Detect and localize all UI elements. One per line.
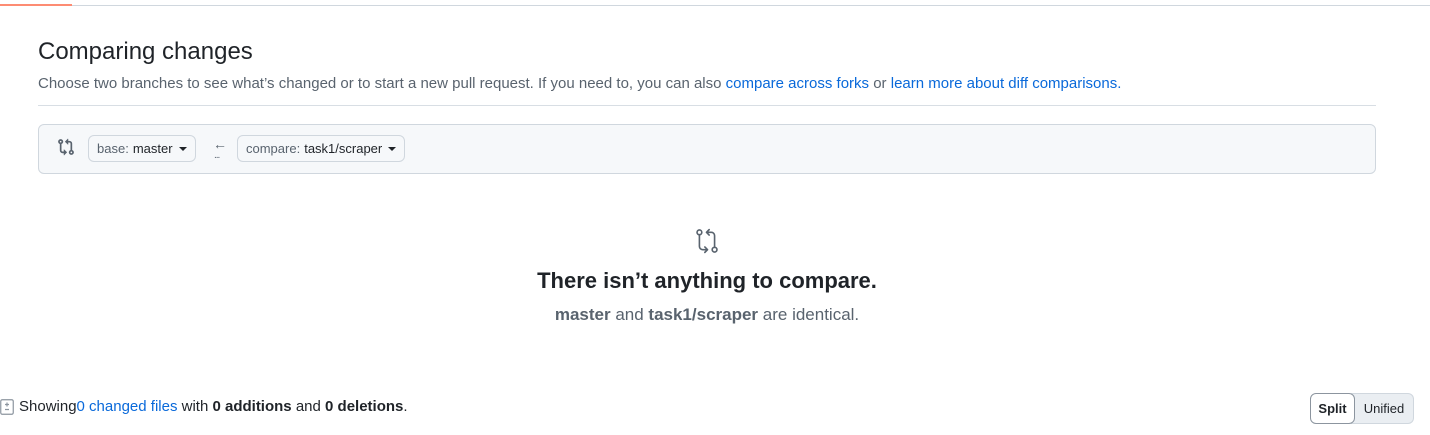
page-description: Choose two branches to see what’s change… (38, 75, 1121, 92)
active-tab-underline (0, 4, 72, 6)
description-or: or (869, 75, 891, 92)
diff-view-toggle: Split Unified (1310, 393, 1414, 424)
header-border (0, 5, 1430, 6)
compare-branch-button[interactable]: compare: task1/scraper (237, 135, 406, 162)
compare-across-forks-link[interactable]: compare across forks (726, 75, 869, 92)
diff-comparisons-link[interactable]: learn more about diff comparisons. (891, 75, 1122, 92)
page-title: Comparing changes (38, 38, 253, 65)
compare-branch-ref: task1/scraper (648, 305, 759, 324)
caret-down-icon (388, 146, 397, 151)
blankslate-description: master and task1/scraper are identical. (0, 305, 1414, 325)
and-text: and (610, 305, 649, 324)
additions-count: 0 additions (212, 398, 292, 415)
arrow-left-icon: ← (213, 136, 227, 152)
with-text: with (177, 398, 213, 415)
blankslate-title: There isn’t anything to compare. (537, 268, 877, 293)
split-view-button[interactable]: Split (1310, 393, 1355, 424)
git-compare-icon (58, 138, 74, 156)
changed-files-link[interactable]: 0 changed files (77, 398, 178, 415)
caret-down-icon (178, 146, 187, 151)
base-branch-name: master (132, 141, 173, 156)
compare-branch-name: task1/scraper (304, 141, 383, 156)
range-arrow: ← ... (211, 135, 227, 163)
base-branch-ref: master (554, 305, 611, 324)
showing-text: Showing (19, 398, 77, 415)
range-editor: base: master ← ... compare: task1/scrape… (38, 124, 1376, 174)
diff-summary: Showing 0 changed files with 0 additions… (0, 398, 408, 415)
identical-text: are identical. (758, 305, 860, 324)
and-text: and (291, 398, 326, 415)
diff-icon (0, 398, 14, 415)
section-divider (38, 105, 1376, 106)
description-text: Choose two branches to see what’s change… (38, 75, 726, 92)
git-compare-icon (696, 228, 718, 254)
base-branch-button[interactable]: base: master (88, 135, 196, 162)
base-label: base: (97, 141, 129, 156)
period: . (403, 398, 408, 415)
compare-label: compare: (246, 141, 301, 156)
unified-view-button[interactable]: Unified (1351, 393, 1414, 424)
range-dots: ... (214, 150, 220, 161)
deletions-count: 0 deletions (325, 398, 404, 415)
